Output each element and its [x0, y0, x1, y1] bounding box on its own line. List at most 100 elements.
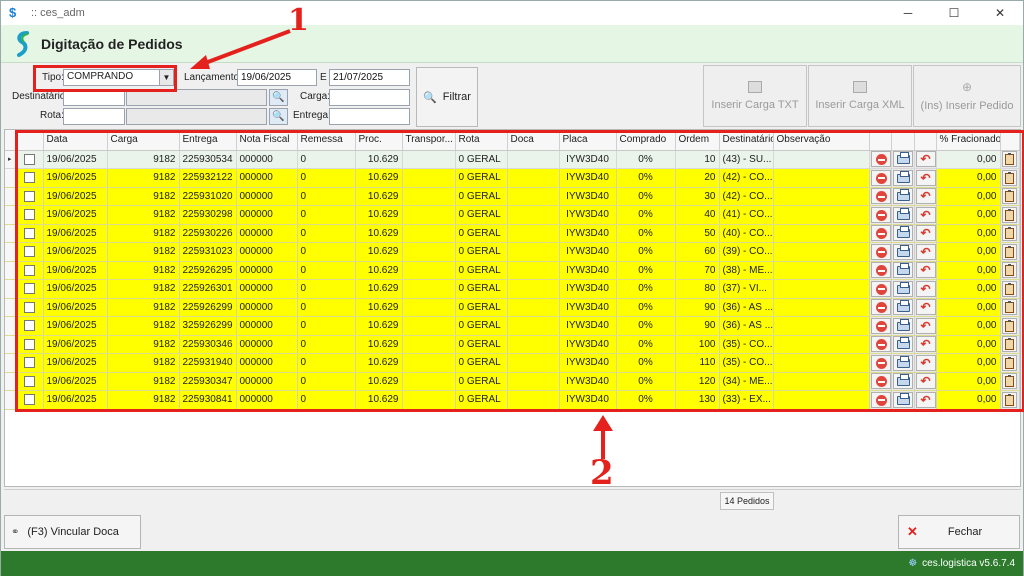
- clipboard-cell[interactable]: [1000, 187, 1020, 206]
- delete-cell[interactable]: [869, 150, 892, 169]
- undo-cell[interactable]: ↶: [914, 335, 937, 354]
- undo-button[interactable]: ↶: [915, 262, 935, 279]
- delete-button[interactable]: [870, 243, 890, 260]
- row-checkbox[interactable]: [23, 209, 35, 221]
- table-row[interactable]: 19/06/2025 9182 225930347 000000 0 10.629 0 GE…: [5, 372, 1020, 391]
- delete-cell[interactable]: [869, 298, 892, 317]
- clipboard-cell[interactable]: [1000, 150, 1020, 169]
- clipboard-button[interactable]: [1002, 280, 1017, 297]
- undo-cell[interactable]: ↶: [914, 390, 937, 410]
- vincular-doca-button[interactable]: ⚭ (F3) Vincular Doca: [4, 515, 141, 549]
- col-comprado[interactable]: Comprado: [616, 130, 676, 151]
- row-checkbox-cell[interactable]: [15, 279, 44, 299]
- print-button[interactable]: [892, 188, 913, 205]
- row-checkbox-cell[interactable]: [15, 242, 44, 262]
- delete-button[interactable]: [870, 299, 890, 316]
- print-button[interactable]: [892, 151, 913, 168]
- print-cell[interactable]: [891, 279, 915, 299]
- table-row[interactable]: 19/06/2025 9182 225931940 000000 0 10.629 0 GE…: [5, 353, 1020, 373]
- row-checkbox[interactable]: [23, 375, 35, 387]
- clipboard-cell[interactable]: [1000, 298, 1020, 317]
- undo-button[interactable]: ↶: [915, 169, 935, 186]
- print-button[interactable]: [892, 317, 913, 334]
- row-checkbox-cell[interactable]: [15, 168, 44, 188]
- row-checkbox[interactable]: [23, 246, 35, 258]
- clipboard-cell[interactable]: [1000, 205, 1020, 225]
- undo-cell[interactable]: ↶: [914, 261, 937, 280]
- clipboard-cell[interactable]: [1000, 261, 1020, 280]
- row-checkbox[interactable]: [23, 153, 35, 165]
- undo-cell[interactable]: ↶: [914, 316, 937, 336]
- row-checkbox-cell[interactable]: [15, 150, 44, 169]
- delete-cell[interactable]: [869, 372, 892, 391]
- inserir-carga-xml-button[interactable]: Inserir Carga XML: [808, 65, 912, 127]
- delete-cell[interactable]: [869, 242, 892, 262]
- print-button[interactable]: [892, 391, 913, 408]
- maximize-button[interactable]: ☐: [931, 1, 977, 25]
- undo-button[interactable]: ↶: [915, 336, 935, 353]
- clipboard-cell[interactable]: [1000, 279, 1020, 299]
- delete-cell[interactable]: [869, 335, 892, 354]
- print-button[interactable]: [892, 280, 913, 297]
- print-button[interactable]: [892, 299, 913, 316]
- col-fracionado[interactable]: % Fracionado: [936, 130, 1001, 151]
- print-cell[interactable]: [891, 353, 915, 373]
- col-entrega[interactable]: Entrega: [179, 130, 237, 151]
- close-button[interactable]: ✕: [977, 1, 1023, 25]
- undo-button[interactable]: ↶: [915, 151, 935, 168]
- print-button[interactable]: [892, 206, 913, 223]
- print-cell[interactable]: [891, 261, 915, 280]
- clipboard-cell[interactable]: [1000, 353, 1020, 373]
- carga-input[interactable]: [329, 89, 410, 106]
- undo-button[interactable]: ↶: [915, 280, 935, 297]
- row-checkbox-cell[interactable]: [15, 335, 44, 354]
- clipboard-cell[interactable]: [1000, 335, 1020, 354]
- table-row[interactable]: 19/06/2025 9182 225931020 000000 0 10.629 0 GE…: [5, 187, 1020, 206]
- row-checkbox[interactable]: [23, 190, 35, 202]
- col-rota[interactable]: Rota: [455, 130, 508, 151]
- print-cell[interactable]: [891, 372, 915, 391]
- col-carga[interactable]: Carga: [107, 130, 180, 151]
- clipboard-button[interactable]: [1002, 299, 1017, 316]
- col-proc[interactable]: Proc.: [355, 130, 403, 151]
- undo-cell[interactable]: ↶: [914, 187, 937, 206]
- delete-cell[interactable]: [869, 205, 892, 225]
- delete-button[interactable]: [870, 262, 890, 279]
- clipboard-button[interactable]: [1002, 243, 1017, 260]
- row-checkbox[interactable]: [23, 301, 35, 313]
- clipboard-button[interactable]: [1002, 336, 1017, 353]
- clipboard-cell[interactable]: [1000, 224, 1020, 243]
- clipboard-button[interactable]: [1002, 262, 1017, 279]
- clipboard-cell[interactable]: [1000, 242, 1020, 262]
- row-checkbox-cell[interactable]: [15, 372, 44, 391]
- undo-cell[interactable]: ↶: [914, 353, 937, 373]
- clipboard-cell[interactable]: [1000, 390, 1020, 410]
- col-transportadora[interactable]: Transpor...: [402, 130, 456, 151]
- row-checkbox-cell[interactable]: [15, 205, 44, 225]
- undo-cell[interactable]: ↶: [914, 224, 937, 243]
- delete-cell[interactable]: [869, 187, 892, 206]
- print-cell[interactable]: [891, 205, 915, 225]
- delete-cell[interactable]: [869, 168, 892, 188]
- filtrar-button[interactable]: 🔍 Filtrar: [416, 67, 478, 127]
- print-button[interactable]: [892, 354, 913, 371]
- delete-button[interactable]: [870, 354, 890, 371]
- clipboard-button[interactable]: [1002, 169, 1017, 186]
- row-checkbox-cell[interactable]: [15, 224, 44, 243]
- undo-cell[interactable]: ↶: [914, 205, 937, 225]
- undo-cell[interactable]: ↶: [914, 372, 937, 391]
- print-cell[interactable]: [891, 187, 915, 206]
- col-data[interactable]: Data: [43, 130, 108, 151]
- col-destinatario[interactable]: Destinatário: [719, 130, 774, 151]
- row-checkbox-cell[interactable]: [15, 261, 44, 280]
- row-checkbox[interactable]: [23, 283, 35, 295]
- col-observacao[interactable]: Observação: [773, 130, 870, 151]
- table-row[interactable]: 19/06/2025 9182 225930346 000000 0 10.629 0 GE…: [5, 335, 1020, 354]
- undo-button[interactable]: ↶: [915, 373, 935, 390]
- table-row[interactable]: 19/06/2025 9182 225931023 000000 0 10.629 0 GE…: [5, 242, 1020, 262]
- undo-cell[interactable]: ↶: [914, 279, 937, 299]
- undo-button[interactable]: ↶: [915, 243, 935, 260]
- tipo-select[interactable]: COMPRANDO ▼: [63, 69, 174, 86]
- col-remessa[interactable]: Remessa: [297, 130, 356, 151]
- print-cell[interactable]: [891, 150, 915, 169]
